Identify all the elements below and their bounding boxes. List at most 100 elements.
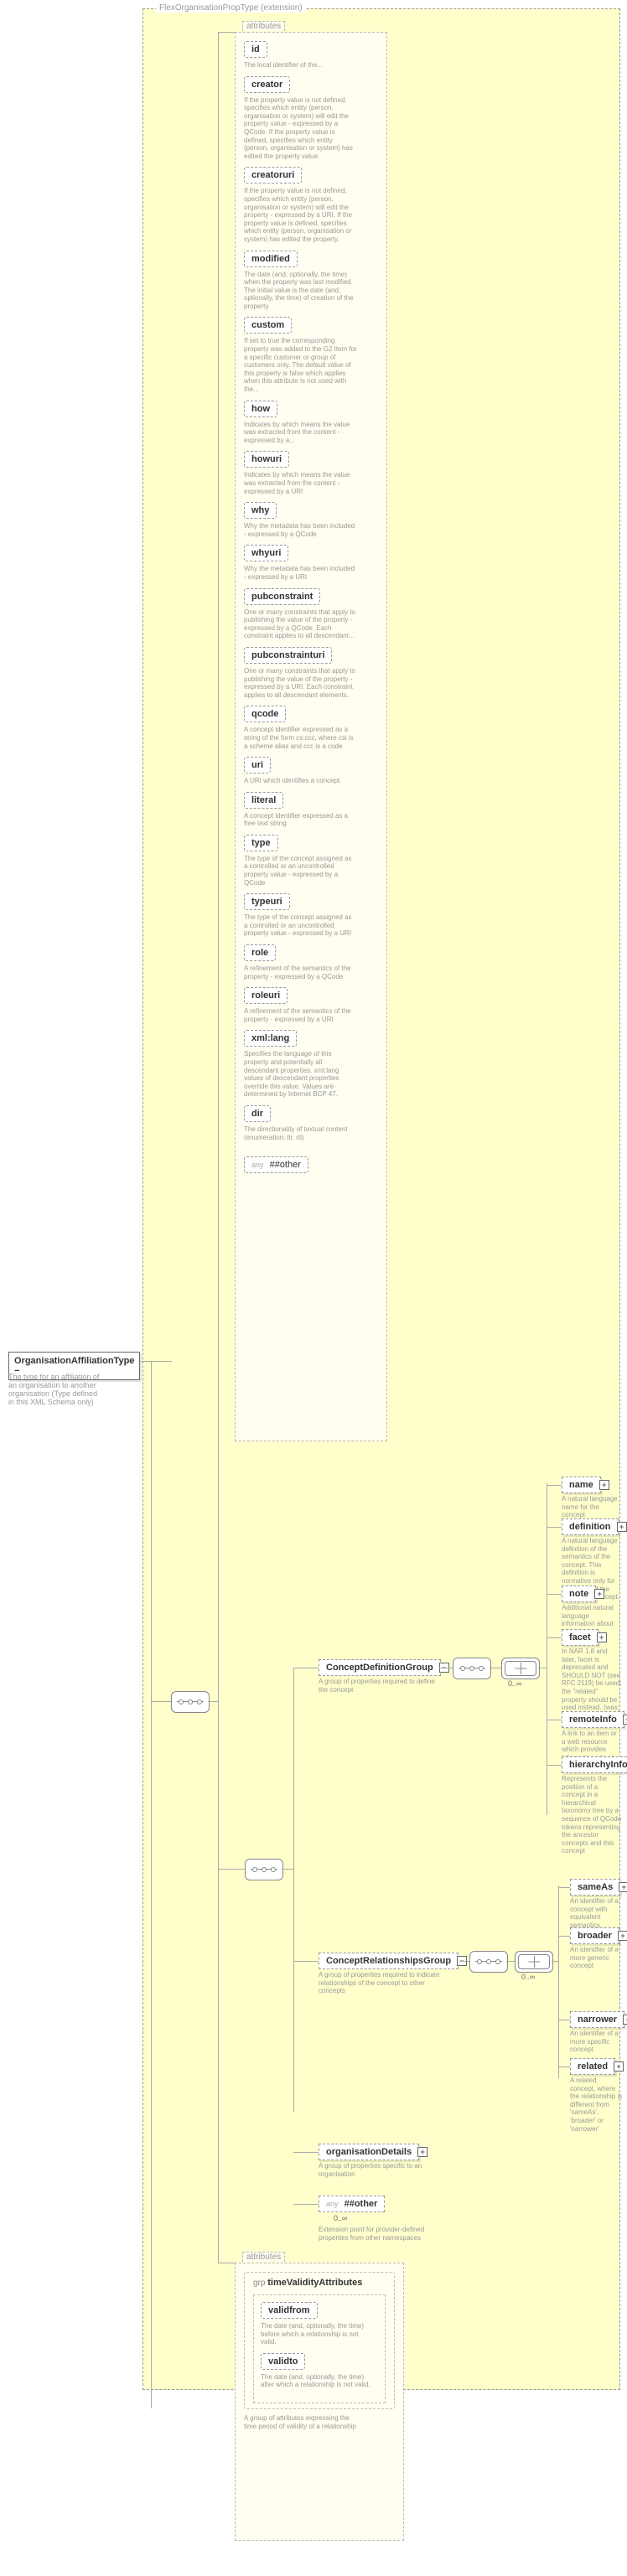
attr-desc: The directionality of textual content (e…	[244, 1125, 357, 1141]
elem-label: sameAs	[578, 1882, 613, 1892]
elem-broader[interactable]: broader+	[570, 1927, 619, 1944]
attr-modified[interactable]: modified	[244, 251, 298, 267]
attr-desc: A concept identifier expressed as a free…	[244, 812, 357, 828]
attr-validto[interactable]: validto	[261, 2353, 305, 2370]
choice-icon	[501, 1658, 540, 1679]
expand-icon[interactable]: +	[597, 1632, 607, 1642]
attr-howuri[interactable]: howuri	[244, 451, 289, 468]
elem-desc: Extension point for provider-defined pro…	[319, 2226, 444, 2242]
elem-remoteinfo[interactable]: remoteInfo +	[562, 1711, 624, 1728]
any-namespace: ##other	[345, 2199, 378, 2209]
attr-desc: The type of the concept assigned as a co…	[244, 855, 357, 887]
connector	[547, 1594, 562, 1595]
group-label: ConceptRelationshipsGroup	[326, 1956, 451, 1966]
elem-label: remoteInfo	[569, 1715, 617, 1725]
attr-why[interactable]: why	[244, 502, 277, 519]
elem-narrower[interactable]: narrower+	[570, 2011, 624, 2028]
elem-any-other[interactable]: any ##other	[319, 2196, 385, 2212]
connector	[293, 1961, 319, 1962]
sequence-icon	[453, 1658, 491, 1679]
attr-creator[interactable]: creator	[244, 76, 290, 93]
attr-dir[interactable]: dir	[244, 1105, 271, 1122]
expand-icon[interactable]: +	[617, 1522, 627, 1532]
elem-related[interactable]: related+	[570, 2058, 615, 2075]
attributes-label: attributes	[242, 21, 285, 31]
attr-desc: The date (and, optionally, the time) whe…	[244, 271, 357, 311]
elem-desc: An identifier of a more generic concept	[570, 1946, 624, 1970]
time-validity-attributes-container: attributes grp timeValidityAttributes va…	[235, 2263, 404, 2541]
attr-desc: If the property value is not defined, sp…	[244, 187, 357, 243]
grp-title: timeValidityAttributes	[267, 2278, 362, 2288]
attr-whyuri[interactable]: whyuri	[244, 545, 288, 561]
attr-desc: If the property value is not defined, sp…	[244, 96, 357, 161]
attr-uri[interactable]: uri	[244, 757, 271, 773]
attr-desc: The date (and, optionally, the time) bef…	[261, 2322, 374, 2346]
inner-attributes: validfrom The date (and, optionally, the…	[253, 2294, 386, 2403]
connector	[138, 1361, 172, 1362]
attr-validfrom[interactable]: validfrom	[261, 2302, 318, 2319]
elem-organisationdetails[interactable]: organisationDetails +	[319, 2144, 419, 2160]
elem-desc: A natural language name for the concept	[562, 1495, 622, 1519]
elem-desc: A group of properties specific to an org…	[319, 2162, 444, 2178]
elem-name[interactable]: name+	[562, 1477, 601, 1493]
elem-label: facet	[569, 1632, 591, 1642]
group-conceptrelationships[interactable]: ConceptRelationshipsGroup −	[319, 1953, 459, 1969]
attr-xml-lang[interactable]: xml:lang	[244, 1030, 297, 1047]
grp-desc: A group of attributes expressing the tim…	[244, 2414, 357, 2430]
elem-hierarchyinfo[interactable]: hierarchyInfo+	[562, 1756, 627, 1773]
attr-desc: The type of the concept assigned as a co…	[244, 913, 357, 938]
connector	[151, 1701, 171, 1702]
expand-icon[interactable]: +	[623, 2015, 627, 2025]
group-desc: A group of properties required to indica…	[319, 1971, 444, 1995]
attr-desc: If set to true the corresponding propert…	[244, 337, 357, 393]
attr-id[interactable]: id	[244, 41, 267, 58]
expand-icon[interactable]: +	[594, 1589, 604, 1599]
attr-pubconstrainturi[interactable]: pubconstrainturi	[244, 647, 332, 664]
attr-desc: Specifies the language of this property …	[244, 1050, 357, 1099]
elem-sameas[interactable]: sameAs+	[570, 1879, 620, 1896]
attr-desc: Indicates by which means the value was e…	[244, 421, 357, 445]
grp-prefix: grp	[253, 2279, 265, 2288]
attr-desc: One or many constraints that apply to pu…	[244, 608, 357, 640]
expand-icon[interactable]: +	[623, 1715, 627, 1725]
attr-desc: A URI which identifies a concept.	[244, 777, 357, 785]
elem-label: organisationDetails	[326, 2147, 412, 2157]
connector	[558, 1936, 570, 1937]
occurrence: 0..∞	[334, 2214, 347, 2222]
attr-desc: A concept identifier expressed as a stri…	[244, 726, 357, 750]
choice-icon	[515, 1951, 553, 1973]
expand-icon[interactable]: +	[417, 2147, 428, 2157]
attr-desc: The date (and, optionally, the time) aft…	[261, 2373, 374, 2389]
elem-note[interactable]: note+	[562, 1585, 596, 1602]
expand-icon[interactable]: +	[619, 1882, 627, 1892]
attr-role[interactable]: role	[244, 944, 276, 961]
attr-roleuri[interactable]: roleuri	[244, 987, 288, 1004]
attr-desc: A refinement of the semantics of the pro…	[244, 1007, 357, 1023]
expand-icon[interactable]: +	[618, 1931, 627, 1941]
attr-creatoruri[interactable]: creatoruri	[244, 167, 302, 184]
elem-label: name	[569, 1480, 593, 1490]
attr-typeuri[interactable]: typeuri	[244, 893, 290, 910]
attributes-container: attributes idThe local identifier of the…	[235, 32, 387, 1441]
elem-desc: An identifier of a more specific concept	[570, 2030, 624, 2054]
expand-icon[interactable]: +	[614, 2061, 624, 2072]
attr-custom[interactable]: custom	[244, 317, 292, 334]
elem-facet[interactable]: facet+	[562, 1629, 598, 1646]
root-type-desc: The type for an affiliation of an organi…	[8, 1373, 101, 1406]
expand-icon[interactable]: +	[599, 1480, 609, 1490]
attr-desc: Why the metadata has been included - exp…	[244, 565, 357, 581]
elem-label: hierarchyInfo	[569, 1760, 627, 1770]
any-attribute[interactable]: any ##other	[244, 1156, 308, 1173]
extension-label: FlexOrganisationPropType (extension)	[156, 3, 306, 13]
attr-how[interactable]: how	[244, 401, 277, 417]
attr-pubconstraint[interactable]: pubconstraint	[244, 588, 320, 605]
elem-definition[interactable]: definition+	[562, 1518, 619, 1535]
connector	[558, 2066, 570, 2067]
sequence-icon	[469, 1951, 508, 1973]
attr-type[interactable]: type	[244, 835, 278, 851]
attr-literal[interactable]: literal	[244, 792, 283, 809]
attr-qcode[interactable]: qcode	[244, 706, 286, 722]
connector	[293, 2204, 319, 2205]
elem-desc: A related concept, where the relationshi…	[570, 2077, 624, 2133]
group-conceptdefinition[interactable]: ConceptDefinitionGroup −	[319, 1659, 441, 1676]
